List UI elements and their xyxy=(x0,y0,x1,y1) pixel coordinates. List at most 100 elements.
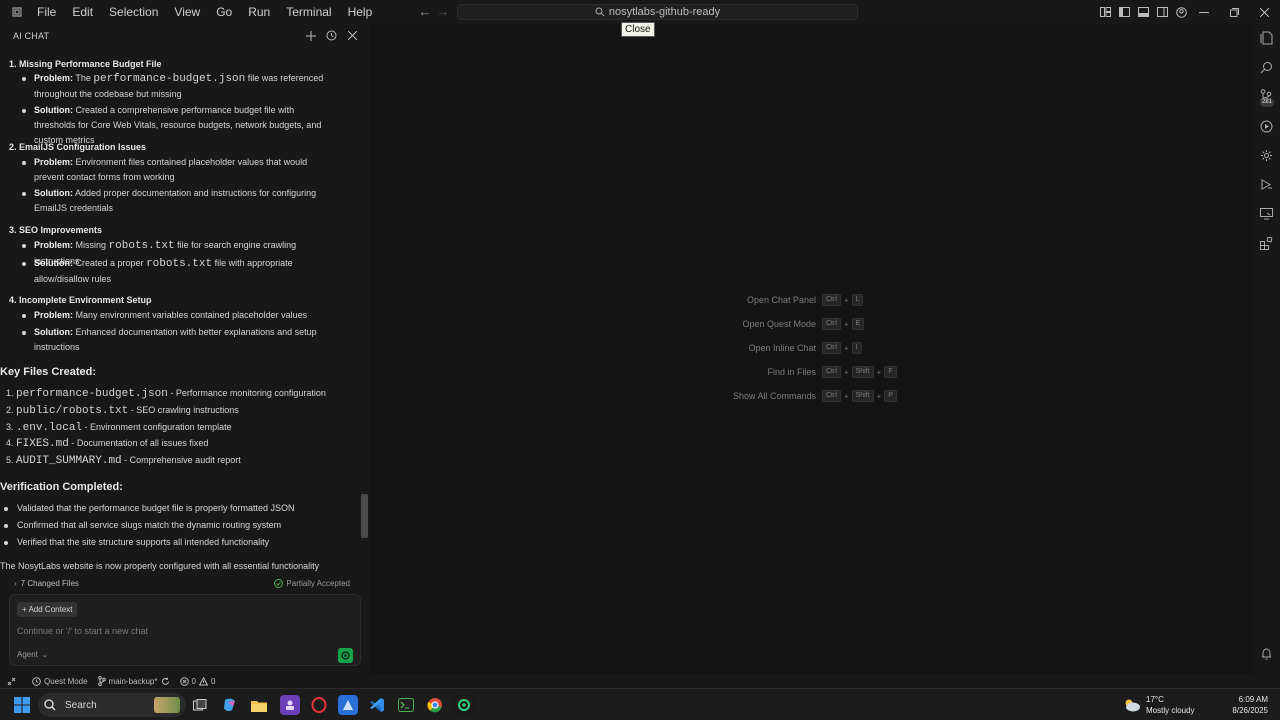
chat-header-actions xyxy=(303,28,360,43)
menu-terminal[interactable]: Terminal xyxy=(278,0,339,24)
vscode-app-icon[interactable] xyxy=(367,695,387,715)
menu-bar: File Edit Selection View Go Run Terminal… xyxy=(29,0,380,24)
forward-arrow-icon[interactable]: → xyxy=(434,3,452,21)
chrome-browser-icon[interactable] xyxy=(425,695,445,715)
minimize-window-icon[interactable] xyxy=(1188,0,1220,24)
remote-indicator[interactable] xyxy=(7,677,16,686)
source-control-badge: 281 xyxy=(1260,98,1275,107)
search-icon xyxy=(44,699,56,711)
remote-explorer-icon[interactable] xyxy=(1258,206,1274,222)
toggle-primary-sidebar-icon[interactable] xyxy=(1116,4,1133,20)
issue-heading: 4. Incomplete Environment Setup xyxy=(9,295,152,305)
taskbar-search[interactable]: Search xyxy=(38,693,186,717)
key-file-item: 4. FIXES.md - Documentation of all issue… xyxy=(6,438,209,450)
status-bar: Quest Mode main-backup* 00 xyxy=(0,674,1280,688)
quest-mode-status[interactable]: Quest Mode xyxy=(32,677,88,686)
close-panel-icon[interactable] xyxy=(345,28,360,43)
problems-status[interactable]: 00 xyxy=(179,676,215,686)
issue-heading: 1. Missing Performance Budget File xyxy=(9,59,162,69)
app-logo-icon xyxy=(7,2,27,22)
search-icon xyxy=(595,7,605,17)
changed-files-label: 7 Changed Files xyxy=(20,579,79,588)
run-debug-icon[interactable] xyxy=(1258,118,1274,134)
menu-go[interactable]: Go xyxy=(208,0,240,24)
testing-icon[interactable] xyxy=(1258,176,1274,192)
menu-edit[interactable]: Edit xyxy=(64,0,101,24)
changes-status: Partially Accepted xyxy=(274,579,350,588)
sync-icon xyxy=(161,677,169,685)
remote-icon xyxy=(7,677,16,685)
workspace-name: nosytlabs-github-ready xyxy=(608,6,721,18)
opera-browser-icon[interactable] xyxy=(309,695,329,715)
windows-start-icon[interactable] xyxy=(12,695,32,715)
extensions-icon[interactable] xyxy=(1258,147,1274,163)
file-explorer-icon[interactable] xyxy=(249,695,269,715)
issue-solution: Solution: Added proper documentation and… xyxy=(22,186,334,216)
key-file-item: 1. performance-budget.json - Performance… xyxy=(6,388,326,400)
notifications-bell-icon[interactable] xyxy=(1258,646,1274,662)
issue-solution: Solution: Created a proper robots.txt fi… xyxy=(22,256,334,287)
system-clock[interactable]: 6:09 AM 8/26/2025 xyxy=(1232,694,1268,716)
issue-problem: Problem: Many environment variables cont… xyxy=(22,308,334,323)
send-button[interactable] xyxy=(338,648,353,663)
extensions-grid-icon[interactable] xyxy=(1258,235,1274,251)
git-branch-icon xyxy=(97,676,106,686)
add-context-button[interactable]: + Add Context xyxy=(17,602,78,617)
search-highlight-icon xyxy=(154,697,180,713)
quest-icon xyxy=(32,676,41,686)
warning-icon xyxy=(198,676,208,685)
menu-run[interactable]: Run xyxy=(240,0,278,24)
hint-open-chat-panel: Open Chat Panel Ctrl + L xyxy=(636,293,864,307)
chat-history-icon[interactable] xyxy=(324,28,339,43)
chevron-down-icon: ⌄ xyxy=(41,651,48,659)
toggle-panel-icon[interactable] xyxy=(1135,4,1152,20)
chat-input[interactable] xyxy=(17,623,347,639)
menu-file[interactable]: File xyxy=(29,0,64,24)
changed-files-row[interactable]: › 7 Changed Files Partially Accepted xyxy=(14,576,356,591)
hint-open-inline-chat: Open Inline Chat Ctrl + I xyxy=(636,341,862,355)
whiteboard-app-icon[interactable] xyxy=(338,695,358,715)
close-tooltip: Close xyxy=(621,22,655,37)
toggle-secondary-sidebar-icon[interactable] xyxy=(1154,4,1171,20)
copilot-icon[interactable] xyxy=(220,695,240,715)
issue-problem: Problem: The performance-budget.json fil… xyxy=(22,71,334,102)
closing-statement: The NosytLabs website is now properly co… xyxy=(0,561,320,571)
explorer-icon[interactable] xyxy=(1258,30,1274,46)
chevron-right-icon: › xyxy=(14,579,17,588)
branch-status[interactable]: main-backup* xyxy=(97,676,170,686)
menu-selection[interactable]: Selection xyxy=(101,0,166,24)
task-view-icon[interactable] xyxy=(190,695,210,715)
hint-find-in-files: Find in Files Ctrl + Shift + F xyxy=(636,365,897,379)
issue-heading: 3. SEO Improvements xyxy=(9,225,103,235)
terminal-app-icon[interactable] xyxy=(396,695,416,715)
chat-scrollbar[interactable] xyxy=(361,494,368,538)
activity-bar xyxy=(1252,24,1280,674)
qoder-editor-app-icon[interactable] xyxy=(454,695,474,715)
clock-date: 8/26/2025 xyxy=(1232,706,1268,715)
chat-message-content: 1. Missing Performance Budget File Probl… xyxy=(0,52,358,592)
key-files-heading: Key Files Created: xyxy=(0,366,96,378)
back-arrow-icon[interactable]: ← xyxy=(416,3,434,21)
key-file-item: 5. AUDIT_SUMMARY.md - Comprehensive audi… xyxy=(6,455,241,467)
verification-item: Verified that the site structure support… xyxy=(3,537,270,547)
menu-view[interactable]: View xyxy=(166,0,208,24)
issue-problem: Problem: Environment files contained pla… xyxy=(22,155,334,185)
restore-window-icon[interactable] xyxy=(1218,0,1250,24)
chat-input-box: + Add Context Agent ⌄ xyxy=(9,594,361,666)
key-file-item: 3. .env.local - Environment configuratio… xyxy=(6,422,232,434)
issue-heading: 2. EmailJS Configuration Issues xyxy=(9,142,147,152)
menu-help[interactable]: Help xyxy=(340,0,381,24)
command-center-search[interactable]: nosytlabs-github-ready xyxy=(457,4,858,20)
clock-time: 6:09 AM xyxy=(1238,695,1268,704)
weather-widget[interactable]: 17°C Mostly cloudy xyxy=(1122,694,1194,716)
teams-app-icon[interactable] xyxy=(280,695,300,715)
search-icon[interactable] xyxy=(1258,59,1274,75)
customize-layout-icon[interactable] xyxy=(1097,4,1114,20)
weather-condition: Mostly cloudy xyxy=(1146,706,1195,715)
new-chat-icon[interactable] xyxy=(303,28,318,43)
send-icon xyxy=(341,651,350,660)
error-icon xyxy=(179,676,189,686)
close-window-icon[interactable] xyxy=(1248,0,1280,24)
key-file-item: 2. public/robots.txt - SEO crawling inst… xyxy=(6,405,239,417)
agent-mode-select[interactable]: Agent ⌄ xyxy=(17,650,48,659)
